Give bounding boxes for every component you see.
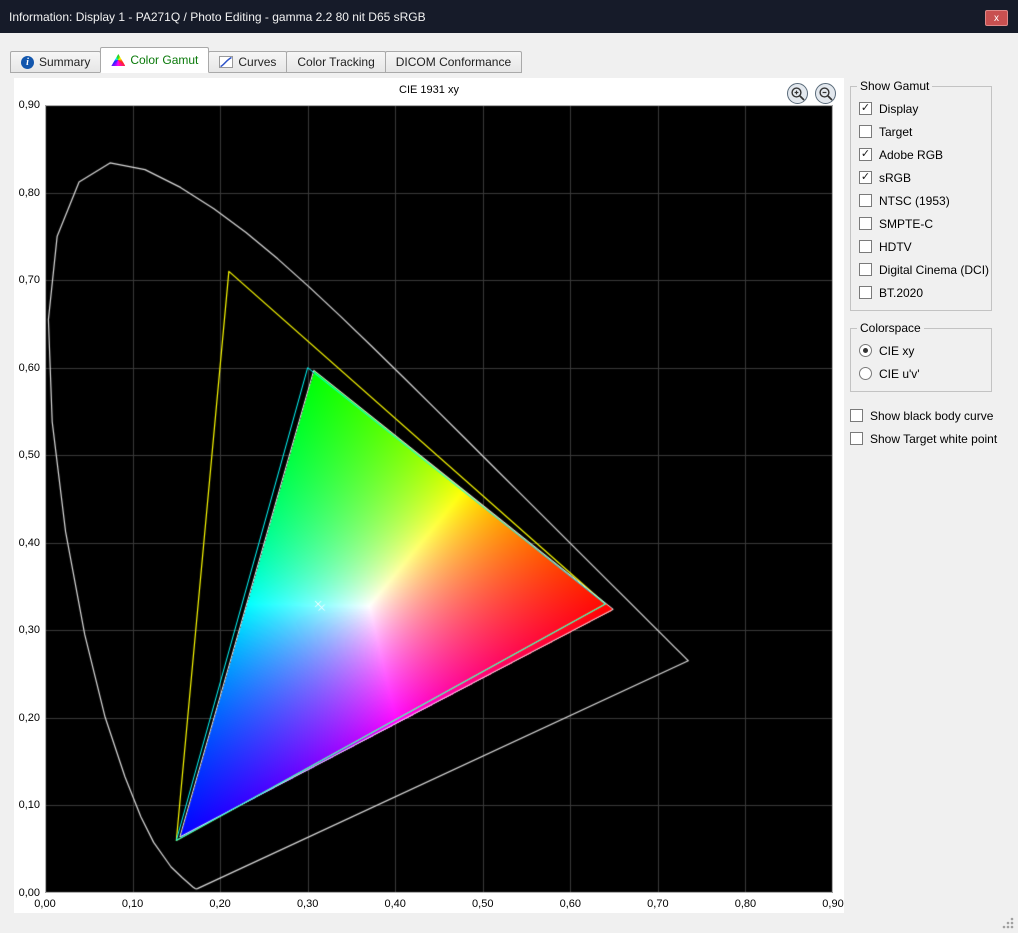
chromaticity-plot[interactable] <box>45 105 833 893</box>
checkbox[interactable] <box>859 217 872 230</box>
checkbox-show-target-white-point[interactable]: Show Target white point <box>850 427 992 450</box>
tab-color-tracking[interactable]: Color Tracking <box>286 51 385 73</box>
radio-button[interactable] <box>859 367 872 380</box>
option-label: Target <box>879 125 912 139</box>
x-tick-label: 0,10 <box>116 898 150 910</box>
zoom-in-icon <box>790 86 806 102</box>
show-gamut-group-label: Show Gamut <box>857 79 932 93</box>
tab-summary[interactable]: i Summary <box>10 51 101 73</box>
titlebar[interactable]: Information: Display 1 - PA271Q / Photo … <box>0 0 1018 33</box>
y-tick-label: 0,40 <box>14 537 40 549</box>
window-title: Information: Display 1 - PA271Q / Photo … <box>9 10 426 24</box>
x-tick-label: 0,60 <box>553 898 587 910</box>
zoom-out-button[interactable] <box>815 83 836 104</box>
zoom-in-button[interactable] <box>787 83 808 104</box>
option-label: Adobe RGB <box>879 148 943 162</box>
gamut-icon <box>111 54 125 66</box>
y-tick-label: 0,10 <box>14 799 40 811</box>
x-tick-label: 0,30 <box>291 898 325 910</box>
checkbox[interactable] <box>859 240 872 253</box>
tab-label: Summary <box>39 55 90 69</box>
y-tick-label: 0,30 <box>14 624 40 636</box>
y-tick-label: 0,20 <box>14 712 40 724</box>
checkbox-ntsc-1953[interactable]: NTSC (1953) <box>859 189 987 212</box>
checkbox[interactable]: ✓ <box>859 171 872 184</box>
colorspace-group-label: Colorspace <box>857 321 924 335</box>
option-label: Show black body curve <box>870 409 993 423</box>
radio-cie-u-v[interactable]: CIE u'v' <box>859 362 987 385</box>
x-tick-label: 0,00 <box>28 898 62 910</box>
y-tick-label: 0,00 <box>14 887 40 899</box>
x-tick-label: 0,50 <box>466 898 500 910</box>
extra-options: Show black body curve Show Target white p… <box>850 404 992 450</box>
x-tick-label: 0,90 <box>816 898 850 910</box>
checkbox-display[interactable]: ✓ Display <box>859 97 987 120</box>
checkbox[interactable] <box>859 286 872 299</box>
tab-label: Color Tracking <box>297 55 374 69</box>
checkbox[interactable] <box>850 409 863 422</box>
checkbox[interactable] <box>859 263 872 276</box>
option-label: SMPTE-C <box>879 217 933 231</box>
x-tick-label: 0,80 <box>728 898 762 910</box>
checkbox[interactable]: ✓ <box>859 102 872 115</box>
option-label: CIE u'v' <box>879 367 920 381</box>
checkbox-show-black-body-curve[interactable]: Show black body curve <box>850 404 992 427</box>
checkbox-digital-cinema-dci[interactable]: Digital Cinema (DCI) <box>859 258 987 281</box>
y-tick-label: 0,60 <box>14 362 40 374</box>
checkbox-hdtv[interactable]: HDTV <box>859 235 987 258</box>
colorspace-group: Colorspace CIE xyCIE u'v' <box>850 328 992 392</box>
x-tick-label: 0,70 <box>641 898 675 910</box>
checkbox[interactable] <box>850 432 863 445</box>
option-label: HDTV <box>879 240 912 254</box>
radio-cie-xy[interactable]: CIE xy <box>859 339 987 362</box>
show-gamut-group: Show Gamut ✓DisplayTarget✓Adobe RGB✓sRGB… <box>850 86 992 311</box>
tab-label: Curves <box>238 55 276 69</box>
chart-widget: CIE 1931 xy 0,00 0,10 0,20 0,30 0,40 0,50 0,60… <box>14 78 844 913</box>
option-label: NTSC (1953) <box>879 194 950 208</box>
x-tick-label: 0,40 <box>378 898 412 910</box>
checkbox[interactable] <box>859 125 872 138</box>
y-tick-label: 0,90 <box>14 99 40 111</box>
radio-button[interactable] <box>859 344 872 357</box>
option-label: Digital Cinema (DCI) <box>879 263 989 277</box>
curves-icon <box>219 56 233 68</box>
option-label: sRGB <box>879 171 911 185</box>
y-tick-label: 0,70 <box>14 274 40 286</box>
info-icon: i <box>21 56 34 69</box>
checkbox-bt-2020[interactable]: BT.2020 <box>859 281 987 304</box>
y-tick-label: 0,80 <box>14 187 40 199</box>
checkbox-target[interactable]: Target <box>859 120 987 143</box>
option-label: CIE xy <box>879 344 914 358</box>
x-tick-label: 0,20 <box>203 898 237 910</box>
zoom-controls <box>787 83 836 104</box>
checkbox-smpte-c[interactable]: SMPTE-C <box>859 212 987 235</box>
tab-color-gamut[interactable]: Color Gamut <box>100 47 209 73</box>
side-panel: Show Gamut ✓ Display Target ✓ Adobe RGB ✓ sRGB… <box>850 78 992 450</box>
y-tick-label: 0,50 <box>14 449 40 461</box>
tab-label: DICOM Conformance <box>396 55 511 69</box>
tab-curves[interactable]: Curves <box>208 51 287 73</box>
chart-title: CIE 1931 xy <box>14 84 844 96</box>
checkbox-adobe-rgb[interactable]: ✓ Adobe RGB <box>859 143 987 166</box>
checkbox[interactable] <box>859 194 872 207</box>
tab-dicom-conformance[interactable]: DICOM Conformance <box>385 51 522 73</box>
resize-grip[interactable] <box>1001 916 1015 930</box>
option-label: Show Target white point <box>870 432 997 446</box>
checkbox[interactable]: ✓ <box>859 148 872 161</box>
close-button[interactable]: x <box>985 10 1008 26</box>
tab-label: Color Gamut <box>130 53 198 67</box>
zoom-out-icon <box>818 86 834 102</box>
option-label: BT.2020 <box>879 286 923 300</box>
option-label: Display <box>879 102 918 116</box>
checkbox-srgb[interactable]: ✓ sRGB <box>859 166 987 189</box>
tab-strip: i Summary Color Gamut Curves Color Track… <box>10 47 521 73</box>
